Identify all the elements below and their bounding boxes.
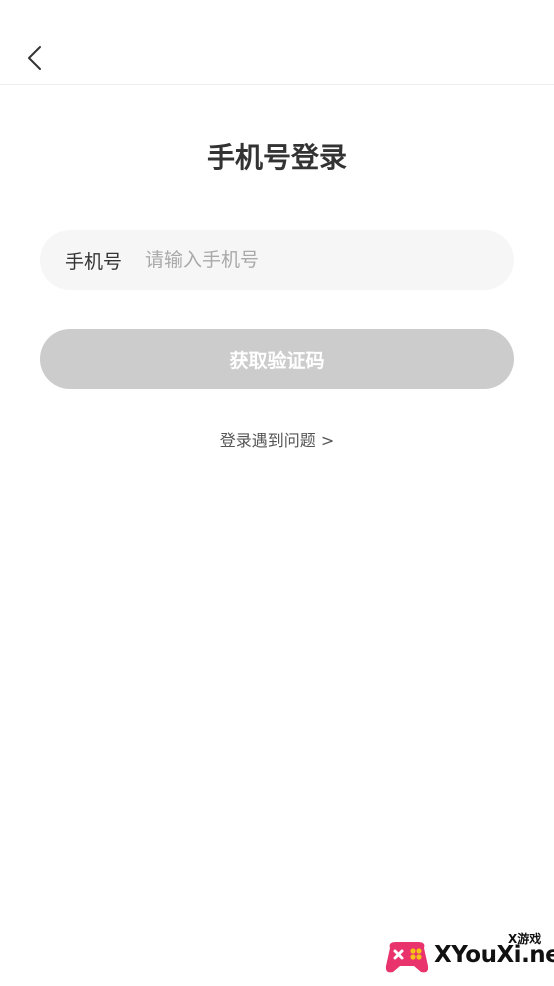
login-help-link[interactable]: 登录遇到问题 > [0,428,554,454]
watermark-main-text: XYouXi.net [434,942,554,968]
back-button[interactable] [18,40,52,76]
phone-field[interactable]: 手机号 [40,230,514,290]
nav-bar [0,0,554,85]
login-page: 手机号登录 手机号 获取验证码 登录遇到问题 > X游戏 XYouXi.net [0,0,554,986]
chevron-left-icon [26,45,44,71]
page-title: 手机号登录 [206,141,347,174]
phone-input[interactable] [145,249,485,271]
get-code-button[interactable]: 获取验证码 [40,329,514,389]
phone-label: 手机号 [65,250,123,273]
watermark: X游戏 XYouXi.net [382,928,554,982]
